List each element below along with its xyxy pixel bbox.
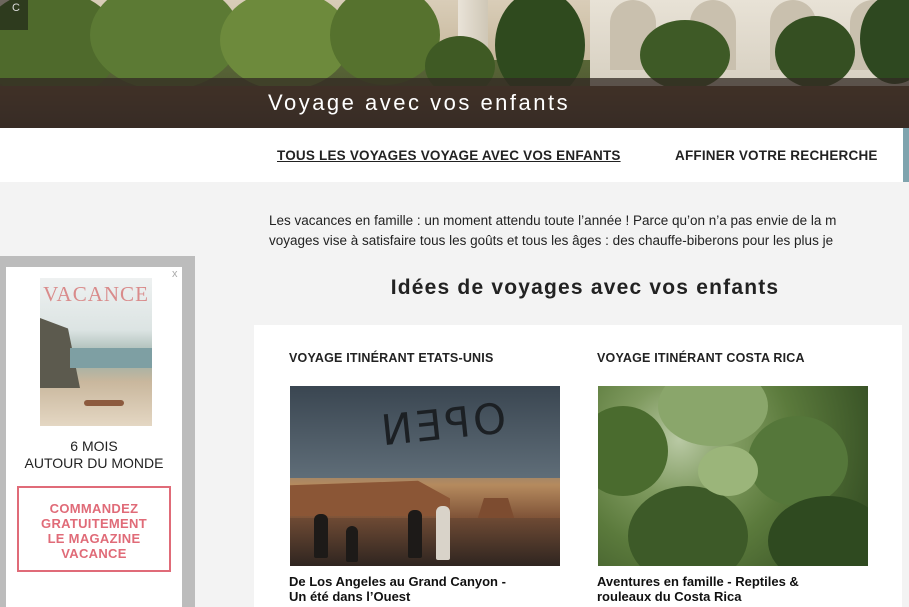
section-title: Idées de voyages avec vos enfants (390, 276, 780, 299)
image-foliage (598, 406, 668, 496)
trip-cards: VOYAGE ITINÉRANT ETATS-UNIS OPEN De Los … (254, 325, 902, 607)
card-title[interactable]: Aventures en famille - Reptiles & roulea… (597, 574, 867, 604)
magazine-cover[interactable]: VACANCE (40, 278, 152, 426)
ad-tagline: 6 MOIS AUTOUR DU MONDE (6, 438, 182, 472)
filter-nav: TOUS LES VOYAGES VOYAGE AVEC VOS ENFANTS… (0, 128, 909, 182)
hero-banner: C Voyage avec vos enfants (0, 0, 909, 128)
image-floor (290, 518, 560, 566)
image-foliage (748, 416, 848, 506)
card-title-line: Aventures en famille - Reptiles & (597, 574, 799, 589)
hero-tree (330, 0, 440, 85)
button-line: GRATUITEMENT (41, 516, 147, 531)
hero-tree (90, 0, 240, 90)
button-line: VACANCE (61, 546, 127, 561)
card-title-line: rouleaux du Costa Rica (597, 589, 742, 604)
intro-line: Les vacances en famille : un moment atte… (269, 213, 837, 228)
card-title[interactable]: De Los Angeles au Grand Canyon - Un été … (289, 574, 559, 604)
image-person (408, 510, 422, 558)
ad-tagline-line: 6 MOIS (70, 438, 118, 454)
nav-edge (903, 128, 909, 182)
refine-search-button[interactable]: AFFINER VOTRE RECHERCHE (675, 148, 878, 163)
cover-person (84, 400, 124, 406)
intro-text: Les vacances en famille : un moment atte… (269, 211, 909, 251)
image-mesa (290, 480, 450, 516)
image-person (314, 514, 328, 558)
ad-tagline-line: AUTOUR DU MONDE (24, 455, 164, 471)
image-foliage (628, 486, 748, 566)
image-foliage (658, 386, 768, 446)
ad-close-button[interactable]: x (172, 268, 178, 280)
magazine-title: VACANCE (43, 282, 149, 306)
image-foliage (698, 446, 758, 496)
page-title: Voyage avec vos enfants (268, 90, 571, 115)
image-foliage (768, 496, 868, 566)
button-line: COMMANDEZ (49, 501, 139, 516)
hero-corner-text: C (12, 2, 20, 14)
card-image-costa-rica[interactable] (598, 386, 868, 566)
button-line: LE MAGAZINE (47, 531, 141, 546)
all-trips-link[interactable]: TOUS LES VOYAGES VOYAGE AVEC VOS ENFANTS (277, 148, 621, 163)
image-person (436, 506, 450, 560)
card-category[interactable]: VOYAGE ITINÉRANT ETATS-UNIS (289, 351, 494, 365)
card-image-usa[interactable]: OPEN (290, 386, 560, 566)
card-title-line: Un été dans l’Ouest (289, 589, 411, 604)
hero-corner-bar: C (0, 0, 28, 30)
card-category[interactable]: VOYAGE ITINÉRANT COSTA RICA (597, 351, 805, 365)
cover-sea (70, 348, 152, 368)
card-title-line: De Los Angeles au Grand Canyon - (289, 574, 506, 589)
order-magazine-button[interactable]: COMMANDEZ GRATUITEMENT LE MAGAZINE VACAN… (17, 486, 171, 572)
intro-line: voyages vise à satisfaire tous les goûts… (269, 233, 834, 248)
image-person (346, 526, 358, 562)
